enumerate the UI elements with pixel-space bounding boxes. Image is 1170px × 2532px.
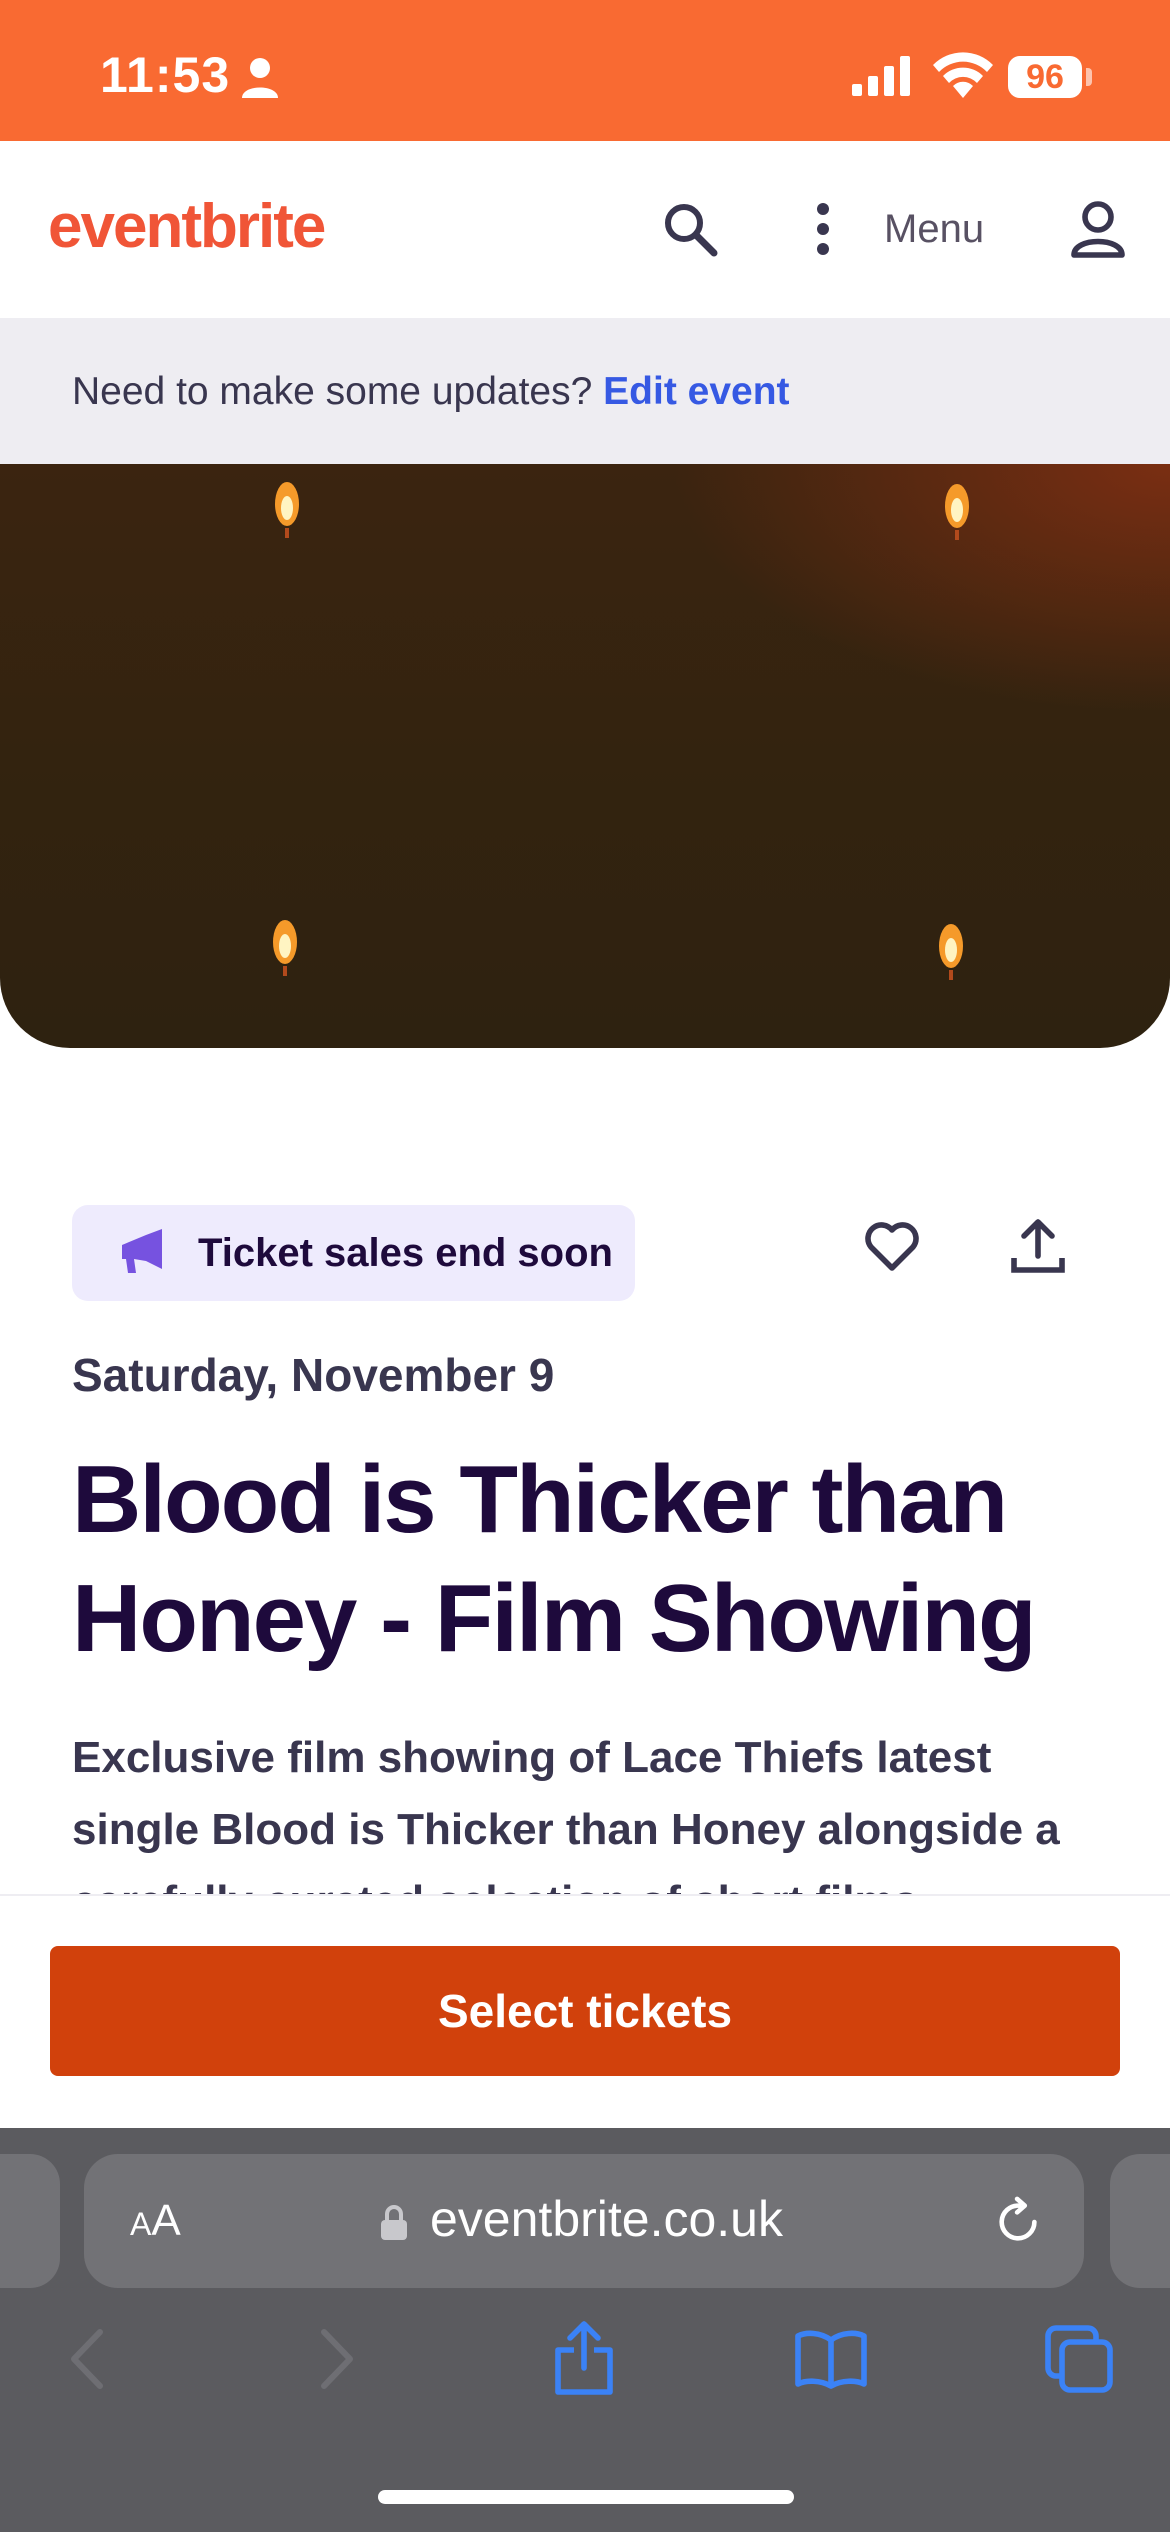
browser-toolbar: AA eventbrite.co.uk bbox=[0, 2128, 1170, 2532]
event-summary: Exclusive film showing of Lace Thiefs la… bbox=[72, 1733, 1060, 1894]
home-indicator[interactable] bbox=[378, 2490, 794, 2504]
aa-small-label: A bbox=[130, 2206, 152, 2242]
edit-notice-text: Need to make some updates? Edit event bbox=[72, 370, 790, 414]
edit-event-link[interactable]: Edit event bbox=[603, 370, 789, 413]
cellular-signal-icon bbox=[852, 56, 910, 96]
candle-flame bbox=[273, 920, 297, 976]
reload-icon[interactable] bbox=[994, 2196, 1044, 2248]
eventbrite-logo[interactable]: eventbrite bbox=[48, 191, 326, 262]
site-header: eventbrite Menu bbox=[0, 141, 1170, 318]
url-text[interactable]: eventbrite.co.uk bbox=[430, 2190, 783, 2248]
battery-indicator: 96 bbox=[1008, 56, 1082, 98]
share-upload-icon[interactable] bbox=[1008, 1216, 1068, 1276]
search-icon[interactable] bbox=[662, 201, 718, 257]
lock-icon bbox=[381, 2205, 407, 2240]
select-tickets-button[interactable]: Select tickets bbox=[50, 1946, 1120, 2076]
event-date: Saturday, November 9 bbox=[72, 1349, 555, 1401]
aa-big-label: A bbox=[151, 2196, 181, 2245]
status-time: 11:53 bbox=[100, 47, 231, 103]
wifi-icon bbox=[933, 52, 993, 98]
previous-tab-peek[interactable] bbox=[0, 2154, 60, 2288]
edit-event-notice: Need to make some updates? Edit event bbox=[0, 318, 1170, 464]
candle-flame bbox=[945, 484, 969, 540]
event-hero-image bbox=[0, 464, 1170, 1048]
ticket-sales-badge: Ticket sales end soon bbox=[72, 1205, 635, 1301]
badge-label: Ticket sales end soon bbox=[198, 1231, 613, 1275]
bookmarks-icon[interactable] bbox=[794, 2328, 868, 2390]
status-bar: 11:53 96 bbox=[0, 0, 1170, 141]
reader-aa-button[interactable]: AA bbox=[130, 2196, 181, 2246]
account-icon[interactable] bbox=[1070, 199, 1126, 259]
candle-flame bbox=[939, 924, 963, 980]
person-icon bbox=[242, 58, 278, 98]
checkout-footer: Select tickets bbox=[0, 1894, 1170, 2130]
more-vertical-icon[interactable] bbox=[808, 201, 838, 257]
forward-icon[interactable] bbox=[316, 2326, 360, 2392]
heart-icon[interactable] bbox=[864, 1220, 920, 1272]
tabs-icon[interactable] bbox=[1044, 2324, 1114, 2394]
event-title: Blood is Thicker than Honey - Film Showi… bbox=[72, 1446, 1037, 1672]
edit-notice-label: Need to make some updates? bbox=[72, 370, 593, 413]
candle-flame bbox=[275, 482, 299, 538]
share-icon[interactable] bbox=[552, 2320, 616, 2396]
next-tab-peek[interactable] bbox=[1110, 2154, 1170, 2288]
megaphone-icon bbox=[122, 1229, 162, 1273]
battery-tip bbox=[1086, 68, 1092, 86]
address-bar[interactable]: AA eventbrite.co.uk bbox=[84, 2154, 1084, 2288]
menu-button[interactable]: Menu bbox=[884, 207, 984, 252]
back-icon[interactable] bbox=[64, 2326, 108, 2392]
